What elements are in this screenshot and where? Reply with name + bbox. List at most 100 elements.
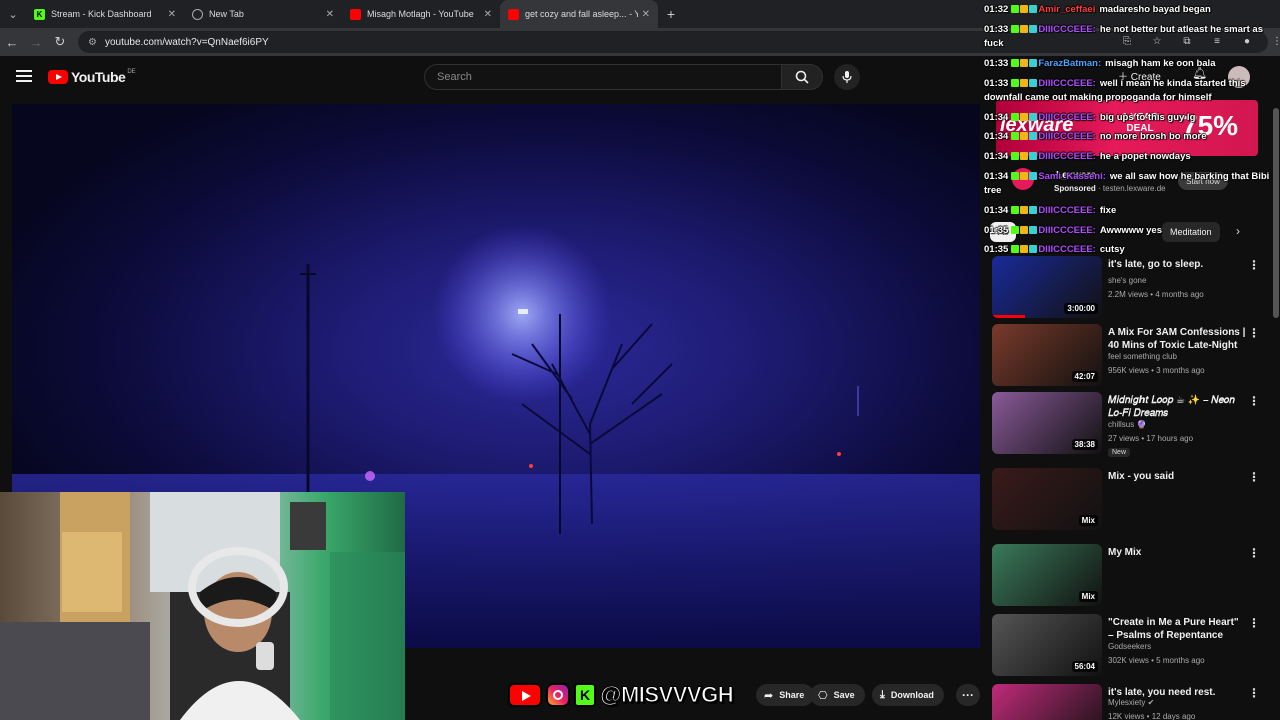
close-icon[interactable]: ✕ xyxy=(326,9,334,20)
video-thumbnail[interactable]: Mix xyxy=(992,544,1102,606)
recommendation-item[interactable]: Mix Mix - you said ⋮ xyxy=(990,468,1260,534)
watch-progress-bar xyxy=(992,315,1025,318)
chat-username[interactable]: DIIICCCEEE: xyxy=(1038,225,1096,236)
back-arrow-icon[interactable]: ← xyxy=(0,28,24,56)
more-vert-icon[interactable]: ⋮ xyxy=(1248,258,1260,272)
chat-username[interactable]: DIIICCCEEE: xyxy=(1038,205,1096,216)
channel-name[interactable]: she's gone xyxy=(1108,276,1146,285)
chat-message: 01:35 DIIICCCEEE: cutsy xyxy=(984,243,1276,257)
video-thumbnail[interactable] xyxy=(992,684,1102,720)
channel-name[interactable]: Mylesxiety ✔ xyxy=(1108,698,1154,707)
recommendation-item[interactable]: 3:00:00 it's late, go to sleep. she's gone… xyxy=(990,256,1260,322)
video-title[interactable]: 𝑀𝑖𝑑𝑛𝑖𝑔ℎ𝑡 𝐿𝑜𝑜𝑝 ☕ ✨ – 𝑁𝑒𝑜𝑛 𝐿𝑜-𝐹𝑖 𝐷𝑟𝑒𝑎𝑚𝑠 xyxy=(1108,394,1246,420)
sub-badge-icon xyxy=(1020,79,1029,87)
gift-badge-icon xyxy=(1029,113,1038,121)
chat-timestamp: 01:33 xyxy=(984,78,1009,89)
tab-kick-dashboard[interactable]: K Stream - Kick Dashboard ✕ xyxy=(26,0,184,28)
gift-badge-icon xyxy=(1029,206,1038,214)
chat-username[interactable]: DIIICCCEEE: xyxy=(1038,244,1096,255)
sub-badge-icon xyxy=(1020,113,1029,121)
close-icon[interactable]: ✕ xyxy=(642,9,650,20)
video-thumbnail[interactable]: Mix xyxy=(992,468,1102,530)
video-thumbnail[interactable]: 38:38 xyxy=(992,392,1102,454)
recommendation-item[interactable]: 38:38 𝑀𝑖𝑑𝑛𝑖𝑔ℎ𝑡 𝐿𝑜𝑜𝑝 ☕ ✨ – 𝑁𝑒𝑜𝑛 𝐿𝑜-𝐹𝑖 𝐷𝑟𝑒𝑎… xyxy=(990,392,1260,458)
channel-name[interactable]: chillsus 🔮 xyxy=(1108,420,1146,429)
forward-arrow-icon[interactable]: → xyxy=(24,28,48,56)
sub-badge-icon xyxy=(1020,59,1029,67)
save-button[interactable]: ⎔ Save xyxy=(810,684,865,706)
reload-icon[interactable]: ↻ xyxy=(48,28,72,56)
video-title[interactable]: My Mix xyxy=(1108,546,1246,559)
voice-search-button[interactable] xyxy=(834,64,860,90)
more-actions-icon[interactable]: ··· xyxy=(956,684,980,706)
chat-username[interactable]: FarazBatman: xyxy=(1038,58,1101,69)
channel-name[interactable]: feel something club xyxy=(1108,352,1177,361)
gift-badge-icon xyxy=(1029,79,1038,87)
more-vert-icon[interactable]: ⋮ xyxy=(1248,686,1260,700)
youtube-logo[interactable]: YouTube DE xyxy=(48,69,136,85)
sub-badge-icon xyxy=(1020,152,1029,160)
chat-username[interactable]: DIIICCCEEE: xyxy=(1038,151,1096,162)
chat-username[interactable]: DIIICCCEEE: xyxy=(1038,24,1096,35)
video-thumbnail[interactable]: 42:07 xyxy=(992,324,1102,386)
new-tab-plus-icon[interactable]: + xyxy=(658,0,684,28)
youtube-icon xyxy=(350,8,361,20)
tab-new-tab[interactable]: New Tab ✕ xyxy=(184,0,342,28)
channel-name[interactable]: Godseekers xyxy=(1108,642,1151,651)
instagram-icon xyxy=(546,683,570,707)
country-code: DE xyxy=(127,69,136,75)
more-vert-icon[interactable]: ⋮ xyxy=(1248,470,1260,484)
search-icon xyxy=(795,70,809,84)
more-vert-icon[interactable]: ⋮ xyxy=(1248,546,1260,560)
more-vert-icon[interactable]: ⋮ xyxy=(1248,616,1260,630)
chat-text: madaresho bayad began xyxy=(1099,4,1211,15)
chat-text: Awwwww yes xyxy=(1099,225,1162,236)
tab-title: New Tab xyxy=(209,9,244,19)
chat-username[interactable]: Amir_ceffaei xyxy=(1038,4,1095,15)
search-input[interactable]: Search xyxy=(424,64,782,90)
chat-username[interactable]: Sami_Kasseni: xyxy=(1038,171,1106,182)
search-placeholder: Search xyxy=(437,71,472,83)
recommendation-item[interactable]: 56:04 "Create in Me a Pure Heart" – Psalm… xyxy=(990,614,1260,680)
chat-text: cutsy xyxy=(1099,244,1125,255)
sub-badge-icon xyxy=(1020,132,1029,140)
chat-username[interactable]: DIIICCCEEE: xyxy=(1038,78,1096,89)
video-thumbnail[interactable]: 56:04 xyxy=(992,614,1102,676)
close-icon[interactable]: ✕ xyxy=(168,9,176,20)
youtube-icon xyxy=(508,8,519,20)
tab-cozy-video[interactable]: get cozy and fall asleep... - You ✕ xyxy=(500,0,658,28)
site-info-icon[interactable]: ⚙ xyxy=(88,37,97,48)
video-duration: Mix xyxy=(1078,515,1098,526)
tab-misagh-youtube[interactable]: Misagh Motlagh - YouTube ✕ xyxy=(342,0,500,28)
chat-message: 01:33 FarazBatman: misagh ham ke oon bala xyxy=(984,57,1276,71)
kick-badge-icon xyxy=(1011,206,1020,214)
kick-icon: K xyxy=(574,683,596,707)
kick-badge-icon xyxy=(1011,245,1020,253)
tab-search-chevron-icon[interactable]: ⌄ xyxy=(0,0,26,28)
more-vert-icon[interactable]: ⋮ xyxy=(1248,326,1260,340)
video-title[interactable]: Mix - you said xyxy=(1108,470,1246,483)
tab-title: Stream - Kick Dashboard xyxy=(51,9,152,19)
more-vert-icon[interactable]: ⋮ xyxy=(1248,394,1260,408)
recommendation-item[interactable]: it's late, you need rest. Mylesxiety ✔ 12K… xyxy=(990,684,1260,720)
close-icon[interactable]: ✕ xyxy=(484,9,492,20)
video-title[interactable]: "Create in Me a Pure Heart" – Psalms of … xyxy=(1108,616,1246,642)
chat-timestamp: 01:34 xyxy=(984,151,1009,162)
menu-hamburger-icon[interactable] xyxy=(16,70,32,82)
url-text: youtube.com/watch?v=QnNaef6i6PY xyxy=(104,36,269,48)
chat-username[interactable]: DIIICCCEEE: xyxy=(1038,131,1096,142)
share-button[interactable]: ➦ Share xyxy=(756,684,815,706)
search-button[interactable] xyxy=(781,64,823,90)
kick-badge-icon xyxy=(1011,59,1020,67)
video-thumbnail[interactable]: 3:00:00 xyxy=(992,256,1102,318)
kick-badge-icon xyxy=(1011,79,1020,87)
video-title[interactable]: A Mix For 3AM Confessions | 40 Mins of T… xyxy=(1108,326,1246,354)
chat-message: 01:35 DIIICCCEEE: Awwwww yes xyxy=(984,224,1276,238)
sub-badge-icon xyxy=(1020,5,1029,13)
recommendation-item[interactable]: Mix My Mix ⋮ xyxy=(990,544,1260,610)
chat-username[interactable]: DIIICCCEEE: xyxy=(1038,112,1096,123)
kick-badge-icon xyxy=(1011,25,1020,33)
sub-badge-icon xyxy=(1020,206,1029,214)
download-button[interactable]: ⤓ Download xyxy=(872,684,944,706)
recommendation-item[interactable]: 42:07 A Mix For 3AM Confessions | 40 Mins… xyxy=(990,324,1260,390)
